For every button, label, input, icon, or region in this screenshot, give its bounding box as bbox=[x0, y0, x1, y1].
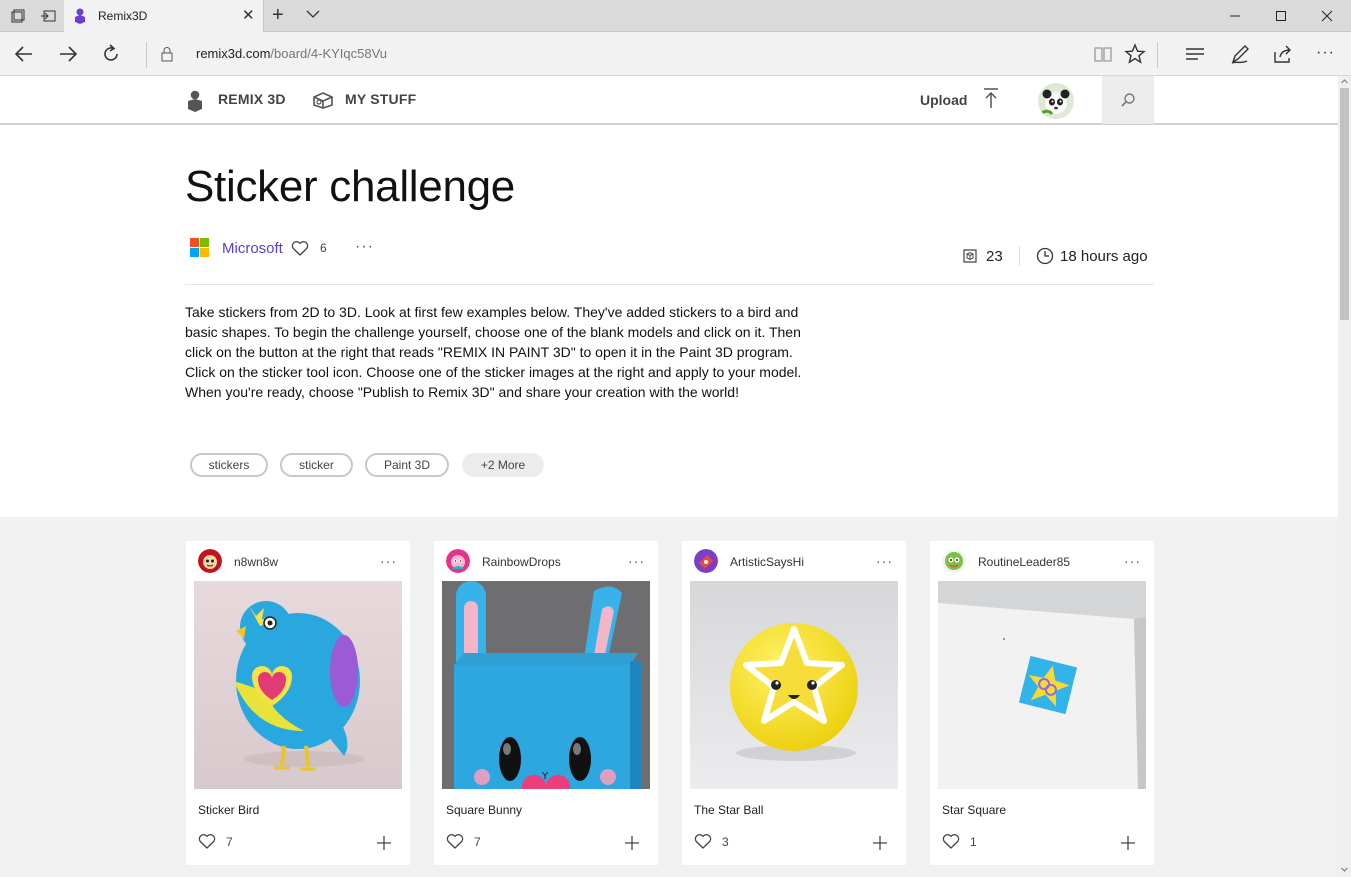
heart-icon[interactable] bbox=[942, 833, 960, 849]
more-tags-button[interactable]: +2 More bbox=[462, 453, 544, 477]
tab-title: Remix3D bbox=[98, 9, 148, 23]
more-icon[interactable]: ··· bbox=[1316, 44, 1340, 68]
lock-icon bbox=[161, 47, 173, 62]
card-more-button[interactable]: ··· bbox=[876, 553, 893, 569]
owner-link[interactable]: Microsoft bbox=[222, 240, 283, 257]
add-to-board-icon[interactable] bbox=[624, 835, 640, 851]
model-card[interactable]: RoutineLeader85 ··· Star Square 1 bbox=[930, 541, 1154, 865]
heart-icon[interactable] bbox=[198, 833, 216, 849]
add-to-board-icon[interactable] bbox=[872, 835, 888, 851]
refresh-icon[interactable] bbox=[99, 42, 123, 66]
card-title[interactable]: Sticker Bird bbox=[198, 803, 259, 817]
card-username[interactable]: RoutineLeader85 bbox=[978, 555, 1070, 569]
window-close-button[interactable] bbox=[1304, 0, 1350, 32]
divider bbox=[185, 284, 1154, 285]
card-username[interactable]: ArtisticSaysHi bbox=[730, 555, 804, 569]
add-to-board-icon[interactable] bbox=[376, 835, 392, 851]
tag-chip[interactable]: sticker bbox=[280, 453, 353, 477]
search-icon bbox=[1121, 93, 1135, 107]
upload-button[interactable]: Upload bbox=[920, 92, 967, 108]
card-like-count: 7 bbox=[226, 835, 233, 849]
address-bar: remix3d.com/board/4-KYIqc58Vu ··· bbox=[0, 32, 1351, 76]
heart-icon[interactable] bbox=[446, 833, 464, 849]
card-more-button[interactable]: ··· bbox=[380, 553, 397, 569]
card-like-count: 7 bbox=[474, 835, 481, 849]
model-count: 23 bbox=[986, 248, 1003, 265]
mystuff-icon bbox=[313, 92, 333, 109]
upload-icon[interactable] bbox=[982, 87, 1000, 109]
share-icon[interactable] bbox=[1271, 42, 1295, 66]
remix3d-favicon bbox=[75, 8, 85, 24]
heart-icon[interactable] bbox=[291, 240, 309, 256]
model-thumbnail[interactable] bbox=[690, 581, 898, 789]
card-more-button[interactable]: ··· bbox=[628, 553, 645, 569]
browser-tab-bar: Remix3D ✕ + bbox=[0, 0, 1351, 32]
scroll-down-icon[interactable] bbox=[1341, 866, 1348, 873]
tag-chip[interactable]: Paint 3D bbox=[365, 453, 449, 477]
user-avatar[interactable] bbox=[446, 549, 470, 573]
card-like-count: 3 bbox=[722, 835, 729, 849]
add-to-board-icon[interactable] bbox=[1120, 835, 1136, 851]
maximize-button[interactable] bbox=[1258, 0, 1304, 32]
close-icon[interactable]: ✕ bbox=[242, 6, 255, 24]
site-header: REMIX 3D MY STUFF Upload bbox=[0, 76, 1338, 125]
search-button[interactable] bbox=[1102, 76, 1154, 124]
favorite-star-icon[interactable] bbox=[1123, 42, 1147, 66]
model-thumbnail[interactable] bbox=[194, 581, 402, 789]
model-card[interactable]: RainbowDrops ··· Y Square Bunny 7 bbox=[434, 541, 658, 865]
url-field[interactable]: remix3d.com/board/4-KYIqc58Vu bbox=[196, 46, 387, 61]
scrollbar-thumb[interactable] bbox=[1340, 88, 1349, 320]
pen-icon[interactable] bbox=[1228, 42, 1252, 66]
model-thumbnail[interactable]: Y bbox=[442, 581, 650, 789]
remix3d-logo-icon bbox=[188, 90, 202, 112]
scroll-up-icon[interactable] bbox=[1341, 78, 1348, 85]
nav-remix3d-link[interactable]: REMIX 3D bbox=[218, 91, 286, 107]
tab-aside-icon[interactable] bbox=[38, 6, 58, 26]
heart-icon[interactable] bbox=[694, 833, 712, 849]
user-avatar[interactable] bbox=[694, 549, 718, 573]
board-description: Take stickers from 2D to 3D. Look at fir… bbox=[185, 304, 802, 400]
card-title[interactable]: Star Square bbox=[942, 803, 1006, 817]
hub-icon[interactable] bbox=[1183, 42, 1207, 66]
card-title[interactable]: Square Bunny bbox=[446, 803, 522, 817]
card-more-button[interactable]: ··· bbox=[1124, 553, 1141, 569]
forward-icon[interactable] bbox=[56, 42, 80, 66]
meta-divider bbox=[1019, 246, 1020, 266]
reading-view-icon[interactable] bbox=[1091, 42, 1115, 66]
user-avatar[interactable] bbox=[942, 549, 966, 573]
restore-tabs-icon[interactable] bbox=[8, 6, 28, 26]
card-username[interactable]: n8wn8w bbox=[234, 555, 278, 569]
page-title: Sticker challenge bbox=[185, 162, 515, 211]
nav-mystuff-link[interactable]: MY STUFF bbox=[345, 91, 416, 107]
vertical-scrollbar[interactable] bbox=[1338, 76, 1351, 877]
svg-text:Y: Y bbox=[541, 771, 549, 782]
updated-time: 18 hours ago bbox=[1060, 248, 1148, 265]
model-card[interactable]: n8wn8w ··· Sticker Bird 7 bbox=[186, 541, 410, 865]
model-thumbnail[interactable] bbox=[938, 581, 1146, 789]
microsoft-logo-icon bbox=[190, 238, 209, 257]
user-avatar[interactable] bbox=[198, 549, 222, 573]
plus-icon[interactable]: + bbox=[272, 4, 284, 27]
avatar[interactable] bbox=[1038, 83, 1074, 119]
back-icon[interactable] bbox=[12, 42, 36, 66]
board-more-button[interactable]: ··· bbox=[355, 238, 374, 256]
minimize-button[interactable] bbox=[1212, 0, 1258, 32]
card-username[interactable]: RainbowDrops bbox=[482, 555, 561, 569]
card-like-count: 1 bbox=[970, 835, 977, 849]
card-title[interactable]: The Star Ball bbox=[694, 803, 763, 817]
tag-chip[interactable]: stickers bbox=[190, 453, 268, 477]
chevron-down-icon[interactable] bbox=[306, 7, 320, 21]
tab-remix3d[interactable]: Remix3D ✕ bbox=[64, 0, 264, 32]
board-like-count: 6 bbox=[320, 241, 327, 255]
clock-icon bbox=[1036, 247, 1054, 265]
model-card[interactable]: ArtisticSaysHi ··· The Star Ball 3 bbox=[682, 541, 906, 865]
model-count-icon bbox=[963, 249, 977, 263]
